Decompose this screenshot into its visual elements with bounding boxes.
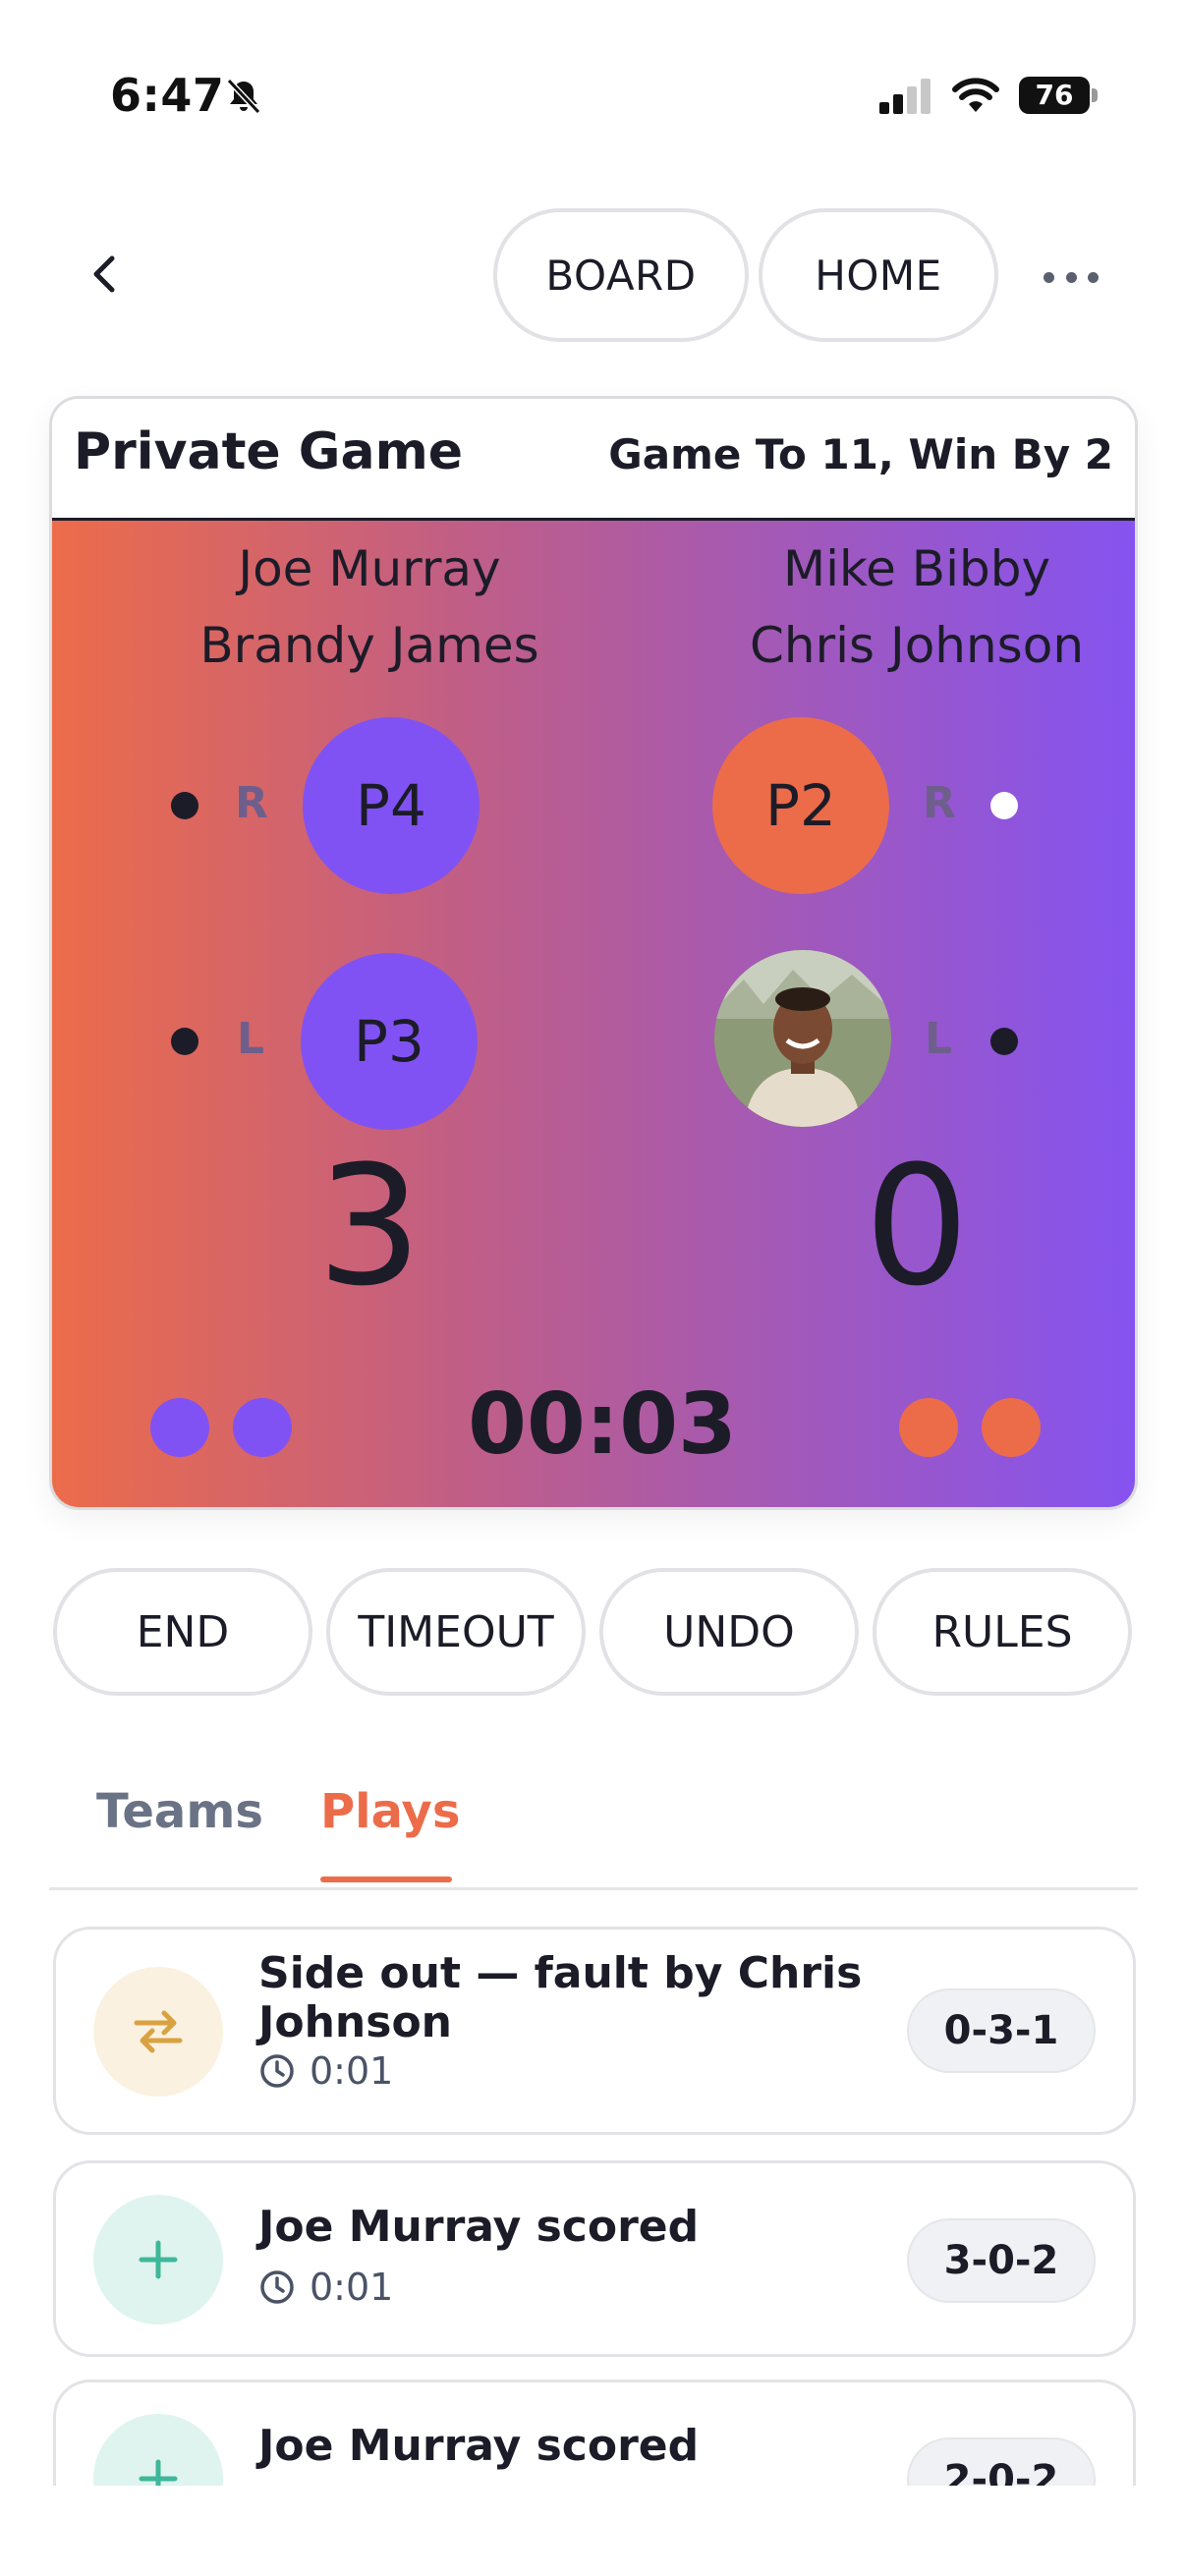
right-team-names: Mike Bibby Chris Johnson [671,531,1135,684]
list-item[interactable]: Joe Murray scored 0:01 3-0-2 [53,2160,1136,2357]
right-team-score: 0 [864,1130,970,1322]
clock-icon [260,2270,294,2304]
right-team-player-1: Mike Bibby [782,540,1051,597]
game-timer: 00:03 [468,1375,737,1474]
left-team-right-serve-dot [171,792,198,819]
undo-button[interactable]: UNDO [599,1568,859,1696]
right-team-right-serve-dot [990,792,1018,819]
play-score-badge: 0-3-1 [907,1988,1096,2073]
game-rules: Game To 11, Win By 2 [608,430,1113,478]
left-team-score: 3 [316,1130,423,1322]
left-team-right-side-label: R [235,778,268,828]
left-team-timeout-dot [150,1398,209,1457]
bottom-mask [0,2486,1185,2576]
player-photo[interactable] [714,950,891,1127]
end-button[interactable]: END [53,1568,312,1696]
play-time-value: 0:01 [310,2049,394,2093]
play-title: Joe Murray scored [258,2421,700,2471]
game-title: Private Game [74,422,464,481]
timeout-button[interactable]: TIMEOUT [326,1568,586,1696]
card-header: Private Game Game To 11, Win By 2 [52,399,1135,521]
status-time: 6:47 [110,69,225,122]
active-tab-indicator [320,1876,452,1882]
right-team-right-side-label: R [923,778,956,828]
wifi-icon [951,75,1000,116]
rules-button[interactable]: RULES [873,1568,1132,1696]
bell-slash-icon [224,77,263,116]
battery-icon: 76 [1019,77,1100,114]
board-button[interactable]: BOARD [493,208,749,342]
battery-level: 76 [1035,79,1074,111]
clock-icon [260,2054,294,2088]
cellular-signal-icon [879,77,934,116]
play-title: Side out — fault by Chris Johnson [258,1948,863,2047]
tab-teams[interactable]: Teams [96,1784,263,1839]
home-button[interactable]: HOME [759,208,998,342]
left-team-player-1: Joe Murray [238,540,501,597]
play-time: 0:01 [258,2266,393,2309]
play-time: 0:01 [258,2049,393,2093]
ellipsis-icon[interactable] [1044,257,1099,297]
swap-arrows-icon [93,1967,223,2097]
list-item[interactable]: Side out — fault by Chris Johnson 0:01 0… [53,1927,1136,2135]
right-team-right-player[interactable]: P2 [712,717,889,894]
left-team-player-2: Brandy James [199,617,539,674]
left-team-right-player[interactable]: P4 [303,717,480,894]
play-title: Joe Murray scored [258,2202,700,2252]
plus-icon [93,2195,223,2324]
play-score-badge: 3-0-2 [907,2218,1096,2303]
left-team-left-serve-dot [171,1028,198,1055]
right-team-timeout-dot [899,1398,958,1457]
right-team-left-side-label: L [925,1014,953,1064]
left-team-timeout-dot [233,1398,292,1457]
back-button[interactable] [79,242,128,307]
play-time-value: 0:01 [310,2266,394,2309]
tab-divider [49,1887,1138,1890]
scoreboard-card: Private Game Game To 11, Win By 2 Joe Mu… [49,396,1138,1510]
right-team-player-2: Chris Johnson [749,617,1085,674]
left-team-names: Joe Murray Brandy James [124,531,615,684]
right-team-timeout-dot [982,1398,1041,1457]
left-team-left-side-label: L [237,1014,265,1064]
left-team-left-player[interactable]: P3 [301,953,478,1130]
right-team-left-serve-dot [990,1028,1018,1055]
court: Joe Murray Brandy James Mike Bibby Chris… [52,521,1135,1507]
chevron-left-icon [93,255,115,293]
tab-plays[interactable]: Plays [320,1784,460,1839]
